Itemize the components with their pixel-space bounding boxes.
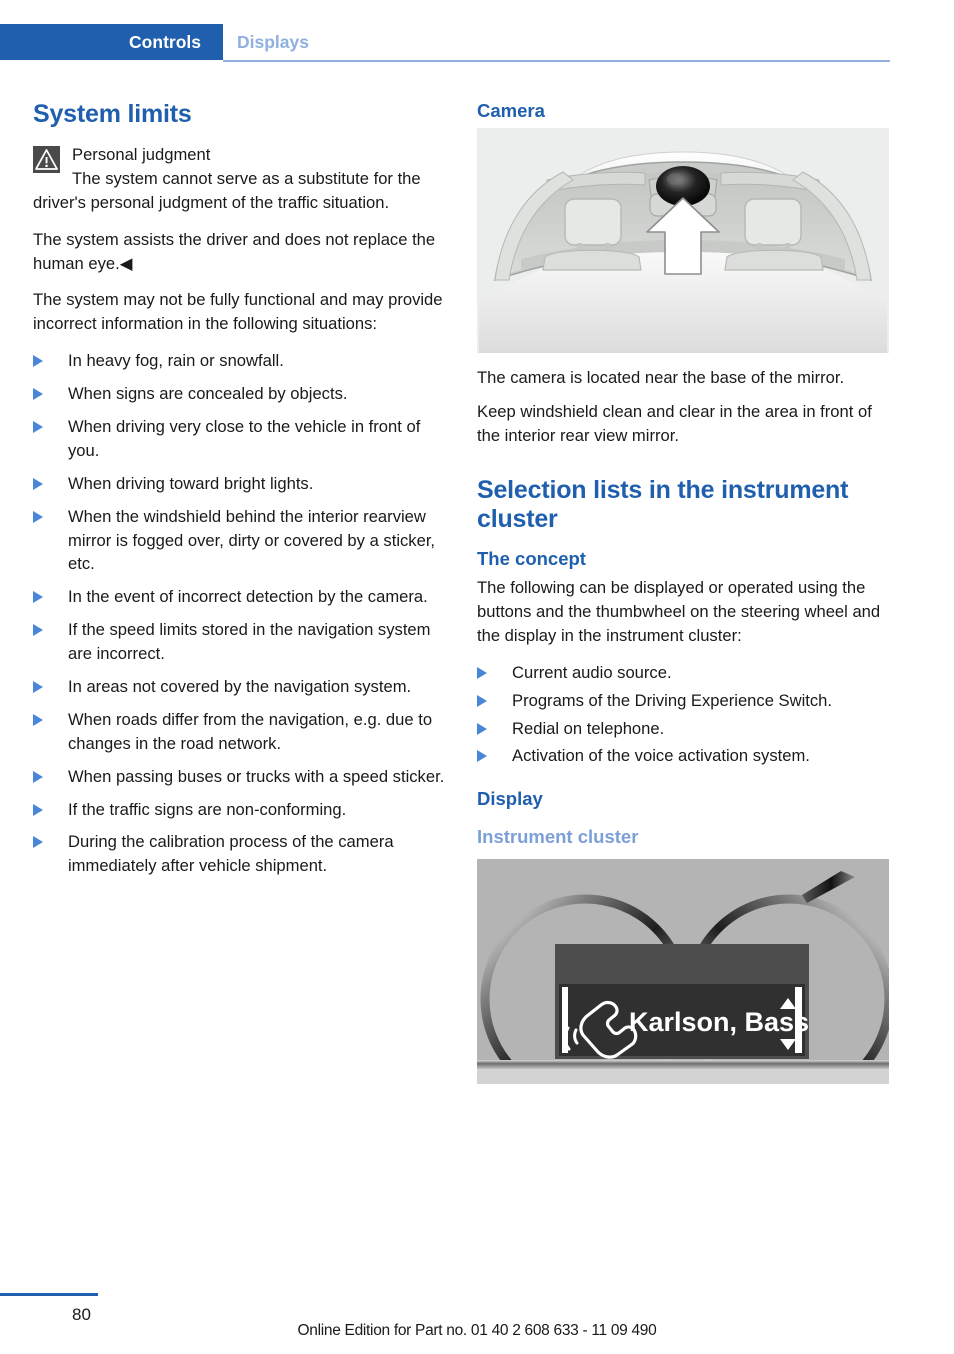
- list-item: Activation of the voice activation syste…: [477, 744, 889, 768]
- list-item: Programs of the Driving Experience Switc…: [477, 689, 889, 713]
- warning-note-title: Personal judgment: [72, 145, 211, 164]
- tab-controls[interactable]: Controls: [0, 24, 223, 60]
- cluster-list-entry-label: Karlson, Bass: [629, 1007, 809, 1037]
- footer-edition-text: Online Edition for Part no. 01 40 2 608 …: [297, 1322, 657, 1339]
- list-item: If the speed limits stored in the naviga…: [33, 618, 445, 666]
- list-item-text: When roads differ from the navigation, e…: [68, 709, 433, 753]
- warning-triangle-icon: [33, 146, 60, 173]
- list-item-text: When passing buses or trucks with a spee…: [68, 766, 445, 786]
- page-header: Controls Displays: [0, 24, 954, 60]
- list-item: When passing buses or trucks with a spee…: [33, 765, 445, 789]
- list-item-text: In the event of incorrect detection by t…: [68, 587, 428, 607]
- list-item: When driving toward bright lights.: [33, 472, 445, 496]
- list-item: When driving very close to the vehicle i…: [33, 415, 445, 463]
- list-item: When the windshield behind the interior …: [33, 505, 445, 577]
- list-item-text: Redial on telephone.: [512, 718, 665, 738]
- list-item-text: Programs of the Driving Experience Switc…: [512, 690, 833, 710]
- selection-lists-bullet-list: Current audio source. Programs of the Dr…: [477, 661, 889, 769]
- list-item-text: When the windshield behind the interior …: [68, 506, 436, 574]
- paragraph-assists-driver: The system assists the driver and does n…: [33, 229, 436, 273]
- page-title-selection-lists: Selection lists in the instrument cluste…: [477, 475, 849, 533]
- bullet-triangle-icon: [33, 591, 43, 604]
- bullet-triangle-icon: [33, 477, 43, 490]
- windshield-camera-illustration: [477, 128, 889, 354]
- left-column: System limits Personal judgment The syst…: [33, 100, 445, 891]
- list-item: If the traffic signs are non-conforming.: [33, 798, 445, 822]
- list-item-text: During the calibration process of the ca…: [68, 832, 394, 876]
- list-item: During the calibration process of the ca…: [33, 830, 445, 878]
- bullet-triangle-icon: [33, 713, 43, 726]
- bullet-triangle-icon: [477, 750, 487, 763]
- bullet-triangle-icon: [33, 836, 43, 849]
- bullet-triangle-icon: [477, 666, 487, 679]
- list-item: In areas not covered by the navigation s…: [33, 675, 445, 699]
- paragraph-situations-intro: The system may not be fully functional a…: [33, 290, 443, 334]
- list-item-text: When driving toward bright lights.: [68, 473, 314, 493]
- footer-divider: [0, 1293, 98, 1296]
- list-item-text: Current audio source.: [512, 662, 672, 682]
- bullet-triangle-icon: [33, 355, 43, 368]
- list-item: In heavy fog, rain or snowfall.: [33, 349, 445, 373]
- bullet-triangle-icon: [33, 510, 43, 523]
- bullet-triangle-icon: [33, 388, 43, 401]
- bullet-triangle-icon: [33, 421, 43, 434]
- system-limits-bullet-list: In heavy fog, rain or snowfall. When sig…: [33, 349, 445, 878]
- header-divider: [223, 60, 890, 62]
- bullet-triangle-icon: [33, 770, 43, 783]
- warning-note-text: The system cannot serve as a substitute …: [33, 168, 421, 212]
- list-item-text: If the speed limits stored in the naviga…: [68, 620, 431, 664]
- bullet-triangle-icon: [477, 694, 487, 707]
- bullet-triangle-icon: [33, 681, 43, 694]
- list-item-text: If the traffic signs are non-conforming.: [68, 799, 347, 819]
- page-title-system-limits: System limits: [33, 100, 192, 128]
- list-item-text: When driving very close to the vehicle i…: [68, 417, 421, 460]
- bullet-triangle-icon: [33, 624, 43, 637]
- list-item: Current audio source.: [477, 661, 889, 685]
- list-item: Redial on telephone.: [477, 717, 889, 741]
- list-item-text: In areas not covered by the navigation s…: [68, 677, 412, 697]
- right-column: Camera The camera is located near the ba…: [477, 100, 889, 1097]
- heading-camera: Camera: [477, 100, 545, 121]
- list-item-text: In heavy fog, rain or snowfall.: [68, 351, 284, 371]
- bullet-triangle-icon: [477, 722, 487, 735]
- paragraph-camera-location: The camera is located near the base of t…: [477, 368, 845, 388]
- tab-displays[interactable]: Displays: [223, 24, 309, 60]
- subheading-instrument-cluster: Instrument cluster: [477, 826, 639, 848]
- heading-display: Display: [477, 788, 543, 810]
- paragraph-concept: The following can be displayed or operat…: [477, 578, 881, 645]
- list-item-text: When signs are concealed by objects.: [68, 384, 348, 404]
- instrument-cluster-illustration: Karlson, Bass: [477, 858, 889, 1084]
- list-item: When signs are concealed by objects.: [33, 382, 445, 406]
- list-item-text: Activation of the voice activation syste…: [512, 746, 810, 766]
- list-item: In the event of incorrect detection by t…: [33, 585, 445, 609]
- warning-note: Personal judgment The system cannot serv…: [33, 143, 445, 215]
- heading-the-concept: The concept: [477, 547, 586, 569]
- bullet-triangle-icon: [33, 803, 43, 816]
- list-item: When roads differ from the navigation, e…: [33, 708, 445, 756]
- paragraph-keep-windshield-clean: Keep windshield clean and clear in the a…: [477, 402, 872, 445]
